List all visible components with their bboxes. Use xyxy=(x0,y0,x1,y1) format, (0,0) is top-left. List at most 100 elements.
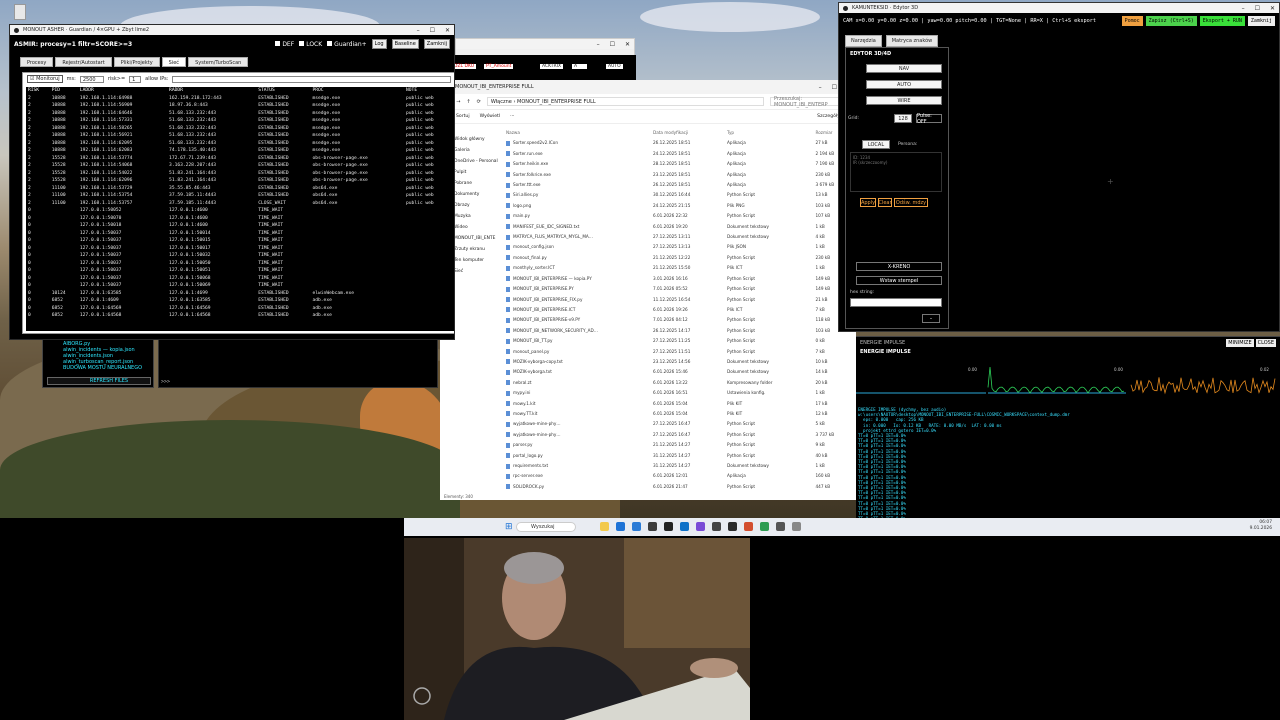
column-header[interactable]: Typ xyxy=(725,128,813,138)
table-row[interactable]: 0 127.0.0.1:50037 127.0.0.1:50017 TIME_WAIT xyxy=(26,245,454,253)
table-row[interactable]: 0 6852 127.0.0.1:64568 127.0.0.1:64568 ESTAB… xyxy=(26,312,454,320)
close-button[interactable]: Zamknij xyxy=(423,39,450,49)
view-button[interactable]: Wyświetl xyxy=(480,114,501,119)
table-row[interactable]: 2 10888 192.168.1.114:62083 74.178.135.40:4… xyxy=(26,147,454,155)
control-label[interactable]: ACKTRIX xyxy=(540,64,564,69)
table-row[interactable]: 0 127.0.0.1:50052 127.0.0.1:4600 TIME_WAIT xyxy=(26,207,454,215)
table-row[interactable]: 0 127.0.0.1:50070 127.0.0.1:4600 TIME_WAIT xyxy=(26,215,454,223)
app-icon[interactable] xyxy=(712,522,721,531)
table-row[interactable]: 2 10888 192.168.1.114:56909 18.97.36.8:443 E… xyxy=(26,102,454,110)
file-row[interactable]: MONOUT_IBI_NETWORK_SECURITY_AD… 26.12.202… xyxy=(504,326,854,336)
table-row[interactable]: 0 6852 127.0.0.1:4609 127.0.0.1:63585 ESTABL… xyxy=(26,297,454,305)
clear-button[interactable]: Clear xyxy=(878,198,892,207)
table-row[interactable]: 2 10888 192.168.1.114:64988 162.159.218.172… xyxy=(26,95,454,103)
ms-input[interactable]: 2500 xyxy=(79,75,104,83)
table-row[interactable]: 0 127.0.0.1:50037 127.0.0.1:50051 TIME_WAIT xyxy=(26,267,454,275)
obs-icon[interactable] xyxy=(664,522,673,531)
file-row[interactable]: SOLIDROCK.py 6.01.2026 21:47 Python Script… xyxy=(504,482,854,490)
table-row[interactable]: 2 11100 192.168.1.114:53754 37.59.185.11:44… xyxy=(26,192,454,200)
file-row[interactable]: portal_logo.py 31.12.2025 14:27 Python Scr… xyxy=(504,451,854,461)
file-row[interactable]: monout_config.json 27.12.2025 13:13 Plik J… xyxy=(504,242,854,252)
desktop-icon[interactable] xyxy=(14,4,26,20)
table-row[interactable]: 0 127.0.0.1:50018 127.0.0.1:4600 TIME_WAIT xyxy=(26,222,454,230)
file-row[interactable]: monout_final.py 21.12.2025 12:22 Python Sc… xyxy=(504,253,854,263)
column-header[interactable]: NOTE xyxy=(404,87,454,95)
table-row[interactable]: 0 127.0.0.1:50037 127.0.0.1:50032 TIME_WAIT xyxy=(26,252,454,260)
tab-system[interactable]: System/TurboScan xyxy=(188,57,249,67)
edge-icon[interactable] xyxy=(616,522,625,531)
app-icon[interactable] xyxy=(776,522,785,531)
details-button[interactable]: Szczegóły xyxy=(817,114,840,119)
tab-processes[interactable]: Procesy xyxy=(20,57,54,67)
app-icon[interactable] xyxy=(792,522,801,531)
minimize-button[interactable]: MINIMIZE xyxy=(1226,339,1254,347)
lock-checkbox[interactable]: LOCK xyxy=(299,40,322,48)
address-bar[interactable]: Włączne › MONOUT_IBI_ENTERPRISE FULL xyxy=(486,97,764,106)
file-row[interactable]: requirements.txt 31.12.2025 14:27 Dokument… xyxy=(504,461,854,471)
table-row[interactable]: 2 10888 192.168.1.114:62095 51.68.133.232:4… xyxy=(26,140,454,148)
table-row[interactable]: 2 10888 192.168.1.114:64646 51.68.133.232:4… xyxy=(26,110,454,118)
column-header[interactable]: PID xyxy=(50,87,78,95)
tab-tools[interactable]: Narzędzia xyxy=(845,35,882,47)
mode-select[interactable]: X-KRENO xyxy=(856,262,942,271)
file-row[interactable]: Sorter.run.exe 24.12.2025 18:51 Aplikacja 2… xyxy=(504,149,854,159)
vscode-icon[interactable] xyxy=(696,522,705,531)
close-button[interactable]: CLOSE xyxy=(1255,339,1276,347)
mail-icon[interactable] xyxy=(680,522,689,531)
file-row[interactable]: monthyly_sorter.ICT 21.12.2025 15:50 Plik … xyxy=(504,263,854,273)
file-row[interactable]: MOZIK-vyborga.txt 6.01.2026 15:46 Dokument… xyxy=(504,367,854,377)
log-button[interactable]: Log xyxy=(371,39,387,49)
app-icon[interactable] xyxy=(744,522,753,531)
app-icon[interactable] xyxy=(760,522,769,531)
taskbar-search[interactable]: Wyszukaj xyxy=(516,522,576,532)
file-row[interactable]: MONOUT_IBI_TT.py 27.12.2025 11:25 Python S… xyxy=(504,336,854,346)
sort-button[interactable]: Sortuj xyxy=(456,114,470,119)
def-checkbox[interactable]: DEF xyxy=(275,40,294,48)
tab-network[interactable]: Sieć xyxy=(161,57,187,67)
table-row[interactable]: 0 6852 127.0.0.1:64569 127.0.0.1:64569 ESTAB… xyxy=(26,305,454,313)
table-row[interactable]: 0 127.0.0.1:50037 127.0.0.1:50069 TIME_WAIT xyxy=(26,282,454,290)
file-row[interactable]: Sorter.ttt.exe 26.12.2025 18:51 Aplikacja 3… xyxy=(504,180,854,190)
file-row[interactable]: parser.py 21.12.2025 14:27 Python Script 9 … xyxy=(504,440,854,450)
hex-dropdown[interactable]: – xyxy=(922,314,940,323)
refresh-matrix-button[interactable]: Odśw. mdzy xyxy=(894,198,928,207)
file-row[interactable]: mypy.ini 6.01.2026 16:51 Ustawienia konfig… xyxy=(504,388,854,398)
stamp-button[interactable]: Wstaw stempel xyxy=(856,276,942,285)
file-row[interactable]: MONOUT_IBI_ENTERPRISE.ICT 6.01.2026 19:26… xyxy=(504,305,854,315)
tab-registry[interactable]: Rejestr/Autostart xyxy=(55,57,112,67)
risk-input[interactable]: 1 xyxy=(129,75,142,83)
table-row[interactable]: 0 127.0.0.1:50037 127.0.0.1:50050 TIME_WAIT xyxy=(26,260,454,268)
table-row[interactable]: 2 10888 192.168.1.114:56921 51.68.133.232:4… xyxy=(26,132,454,140)
monitor-checkbox[interactable]: ☑ Monitoruj xyxy=(27,75,63,83)
table-row[interactable]: 2 15528 192.168.1.114:54022 51.83.241.164:4… xyxy=(26,170,454,178)
auto-button[interactable]: AUTO xyxy=(866,80,942,89)
control-label[interactable]: A xyxy=(572,64,588,69)
table-row[interactable]: 2 10888 192.168.1.114:57331 51.68.133.232:4… xyxy=(26,117,454,125)
file-row[interactable]: rpc-server.exe 6.01.2026 12:01 Aplikacja 16… xyxy=(504,471,854,481)
file-row[interactable]: MONOUT_IBI_ENTERPRISE-v9.PY 7.01.2026 04:… xyxy=(504,315,854,325)
table-row[interactable]: 0 127.0.0.1:50037 127.0.0.1:50015 TIME_WAIT xyxy=(26,237,454,245)
export-run-button[interactable]: Eksport + RUN xyxy=(1199,16,1245,26)
pulse-toggle[interactable]: Pulse: OFF xyxy=(916,113,942,125)
file-row[interactable]: wyjatkowe-mine-phy… 27.12.2025 16:47 Pytho… xyxy=(504,430,854,440)
file-row[interactable]: MONOUT_IBI_ENTERPRISE_FIX.py 11.12.2025 1… xyxy=(504,295,854,305)
window-controls[interactable]: –☐✕ xyxy=(1242,5,1275,12)
terminal-icon[interactable] xyxy=(648,522,657,531)
clock[interactable]: 06:07 9.01.2026 xyxy=(1250,520,1272,532)
file-explorer-icon[interactable] xyxy=(600,522,609,531)
file-row[interactable]: nebral.zt 6.01.2026 13:22 Kompresowany fol… xyxy=(504,378,854,388)
file-row[interactable]: monout_panel.py 27.12.2025 11:51 Python Sc… xyxy=(504,347,854,357)
table-row[interactable]: 2 15528 192.168.1.114:54068 3.163.228.207:4… xyxy=(26,162,454,170)
file-row[interactable]: MOZIK-vyborga-copy.txt 23.12.2025 14:56 Do… xyxy=(504,357,854,367)
file-row[interactable]: mowy.1.kit 6.01.2026 15:04 Plik KIT 17 kB xyxy=(504,399,854,409)
table-row[interactable]: 2 10888 192.168.1.114:58265 51.68.133.232:4… xyxy=(26,125,454,133)
file-row[interactable]: Siri.allies.py 30.12.2025 16:44 Python Scr… xyxy=(504,190,854,200)
app-icon[interactable] xyxy=(728,522,737,531)
control-label[interactable]: PT_Amount xyxy=(484,64,514,69)
start-icon[interactable]: ⊞ xyxy=(505,522,513,532)
tab-files[interactable]: Pliki/Projekty xyxy=(113,57,160,67)
column-header[interactable]: Nazwa xyxy=(504,128,651,138)
file-row[interactable]: Sorter.folkrice.exe 23.12.2025 18:51 Aplik… xyxy=(504,170,854,180)
column-header[interactable]: RADDR xyxy=(167,87,256,95)
nav-button[interactable]: NAV xyxy=(866,64,942,73)
